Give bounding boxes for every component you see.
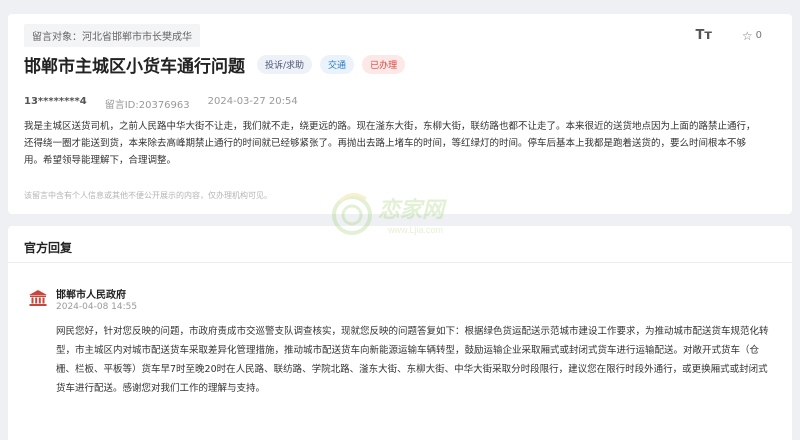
- message-content: 我是主城区送货司机，之前人民路中华大街不让走，我们就不走，绕更远的路。现在滏东大…: [24, 121, 756, 166]
- org-name: 邯郸市人民政府: [56, 290, 126, 301]
- section-title: 官方回复: [24, 241, 73, 255]
- message-id: 留言ID:20376963: [104, 100, 190, 111]
- star-icon: ☆: [741, 28, 753, 43]
- svg-text:恋家网: 恋家网: [378, 197, 447, 222]
- favorite-count: 0: [755, 30, 762, 41]
- message-meta: 13********4 留言ID:20376963 2024-03-27 20:…: [24, 96, 298, 111]
- reply-content: 网民您好，针对您反映的问题，市政府责成市交巡警支队调查核实，现就您反映的问题答复…: [56, 326, 769, 394]
- privacy-note: 该留言中含有个人信息或其他不便公开展示的内容，仅办理机构可见。: [24, 191, 272, 200]
- reply-card: 官方回复 邯郸市人民政府 2024-04-08 14:55 网民您好，针对您反映…: [8, 226, 792, 440]
- toolbar: Tт ☆ 0: [695, 28, 762, 43]
- type-tag[interactable]: 投诉/求助: [257, 55, 313, 74]
- status-badge: 已办理: [362, 55, 406, 74]
- government-building-icon: [28, 288, 48, 308]
- title-row: 邯郸市主城区小货车通行问题 投诉/求助 交通 已办理: [24, 52, 406, 77]
- reply-date: 2024-04-08 14:55: [56, 302, 138, 312]
- page-title: 邯郸市主城区小货车通行问题: [24, 57, 245, 77]
- user-id: 13********4: [24, 96, 87, 107]
- svg-text:www.Ljia.com: www.Ljia.com: [387, 225, 443, 235]
- recipient-tag: 留言对象：河北省邯郸市市长樊成华: [24, 24, 200, 47]
- message-card: 留言对象：河北省邯郸市市长樊成华 Tт ☆ 0 邯郸市主城区小货车通行问题 投诉…: [8, 14, 792, 214]
- watermark-logo: 恋家网 www.Ljia.com: [330, 187, 490, 241]
- divider: [8, 262, 792, 263]
- field-tag[interactable]: 交通: [320, 55, 355, 74]
- message-timestamp: 2024-03-27 20:54: [207, 96, 298, 107]
- favorite-button[interactable]: ☆ 0: [742, 29, 762, 43]
- font-size-icon[interactable]: Tт: [695, 28, 711, 43]
